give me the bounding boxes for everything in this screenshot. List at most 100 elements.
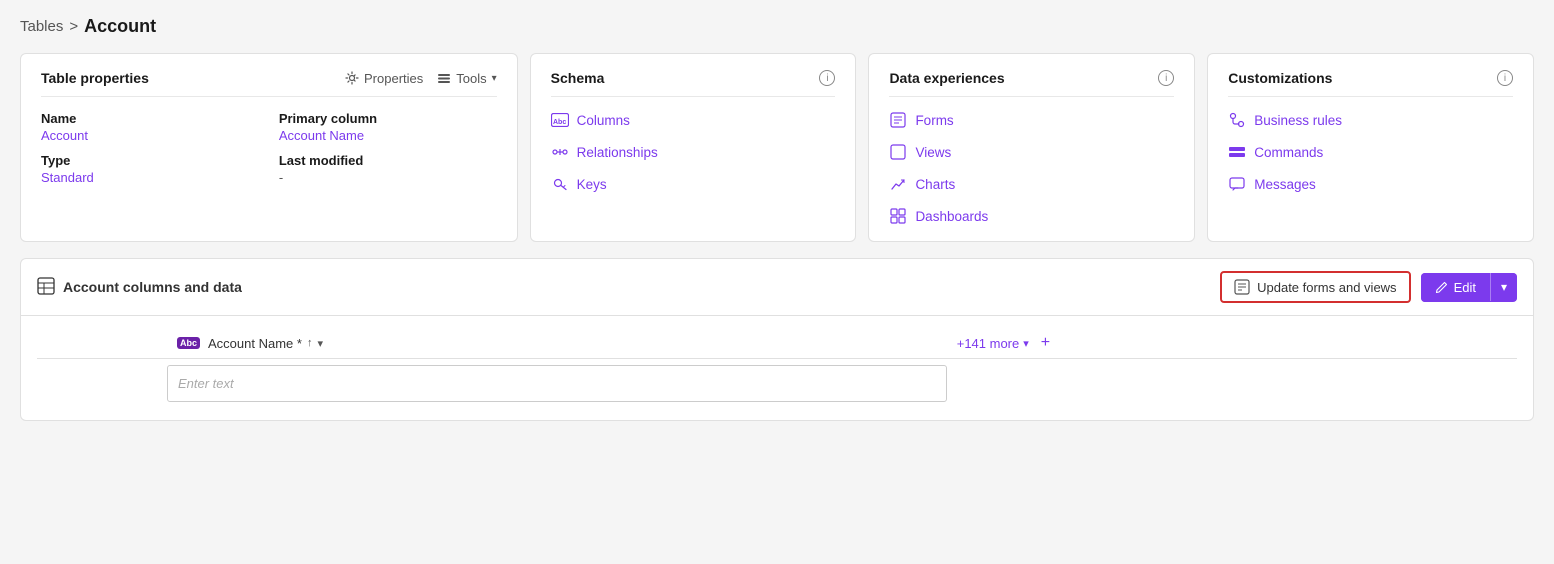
edit-button-group: Edit ▾ [1421,273,1517,302]
type-prop: Type Standard [41,153,259,185]
views-icon [889,143,907,161]
pencil-icon [1435,281,1448,294]
custom-link-messages[interactable]: Messages [1228,175,1513,193]
type-label: Type [41,153,259,168]
tools-icon [437,71,451,85]
dashboards-label: Dashboards [915,209,988,224]
account-data-table-area: Abc Account Name * ↑ ▾ +141 more ▾ + [21,316,1533,420]
type-value[interactable]: Standard [41,170,259,185]
data-exp-link-charts[interactable]: Charts [889,175,1174,193]
name-prop: Name Account [41,111,259,143]
data-experiences-links: Forms Views [889,111,1174,225]
sort-asc-icon[interactable]: ↑ [307,337,313,349]
dashboards-icon [889,207,907,225]
more-columns-header[interactable]: +141 more ▾ + [947,328,1517,359]
primary-column-prop: Primary column Account Name [279,111,497,143]
primary-column-label: Primary column [279,111,497,126]
schema-info-icon: i [819,70,835,86]
table-properties-actions: Properties Tools ▾ [345,71,497,86]
update-forms-button[interactable]: Update forms and views [1220,271,1410,303]
last-modified-value: - [279,170,497,185]
account-name-column-label: Account Name * [208,336,302,351]
views-label: Views [915,145,951,160]
schema-links: Abc Columns Relations [551,111,836,193]
customizations-card: Customizations i Business rules [1207,53,1534,242]
enter-text-input: Enter text [167,365,947,402]
data-exp-link-views[interactable]: Views [889,143,1174,161]
row-number-cell [37,359,167,409]
commands-icon [1228,143,1246,161]
abc-badge: Abc [177,337,200,349]
schema-card-header: Schema i [551,70,836,97]
schema-link-columns[interactable]: Abc Columns [551,111,836,129]
last-modified-label: Last modified [279,153,497,168]
data-experiences-title: Data experiences [889,70,1004,86]
messages-label: Messages [1254,177,1316,192]
more-columns-label: +141 more [957,336,1020,351]
empty-more-cell [947,359,1517,409]
data-experiences-header: Data experiences i [889,70,1174,97]
schema-title: Schema [551,70,605,86]
relationships-label: Relationships [577,145,658,160]
customizations-header: Customizations i [1228,70,1513,97]
row-number-header [37,328,167,359]
account-name-header-content: Abc Account Name * ↑ ▾ [177,336,937,351]
column-chevron-icon[interactable]: ▾ [317,337,323,350]
account-data-title-group: Account columns and data [37,277,242,298]
custom-link-commands[interactable]: Commands [1228,143,1513,161]
account-data-section: Account columns and data Update forms an… [20,258,1534,421]
edit-button[interactable]: Edit [1421,273,1490,302]
keys-label: Keys [577,177,607,192]
account-data-title: Account columns and data [63,279,242,295]
commands-label: Commands [1254,145,1323,160]
account-name-header[interactable]: Abc Account Name * ↑ ▾ [167,328,947,359]
schema-link-keys[interactable]: Keys [551,175,836,193]
keys-icon [551,175,569,193]
table-row: Enter text [37,359,1517,409]
schema-link-relationships[interactable]: Relationships [551,143,836,161]
account-data-table: Abc Account Name * ↑ ▾ +141 more ▾ + [37,328,1517,408]
enter-text-cell[interactable]: Enter text [167,359,947,409]
forms-icon [889,111,907,129]
breadcrumb-tables[interactable]: Tables [20,18,63,35]
data-experiences-info-icon: i [1158,70,1174,86]
data-exp-link-forms[interactable]: Forms [889,111,1174,129]
relationships-icon [551,143,569,161]
account-data-actions: Update forms and views Edit ▾ [1220,271,1517,303]
properties-button[interactable]: Properties [345,71,423,86]
customizations-info-icon: i [1497,70,1513,86]
update-forms-label: Update forms and views [1257,280,1396,295]
tools-label: Tools [456,71,486,86]
table-props-grid: Name Account Primary column Account Name… [41,111,497,185]
more-columns-content: +141 more ▾ + [957,334,1507,352]
table-properties-card: Table properties Properties [20,53,518,242]
custom-link-business-rules[interactable]: Business rules [1228,111,1513,129]
business-rules-label: Business rules [1254,113,1342,128]
breadcrumb-current: Account [84,16,156,37]
columns-icon: Abc [551,111,569,129]
columns-label: Columns [577,113,630,128]
cards-row: Table properties Properties [20,53,1534,242]
business-rules-icon [1228,111,1246,129]
name-value[interactable]: Account [41,128,259,143]
primary-column-value[interactable]: Account Name [279,128,497,143]
tools-chevron-icon: ▾ [492,73,497,84]
breadcrumb: Tables > Account [20,16,1534,37]
more-columns-chevron-icon: ▾ [1023,337,1029,350]
tools-button[interactable]: Tools ▾ [437,71,496,86]
card-header-table-props: Table properties Properties [41,70,497,97]
svg-text:Abc: Abc [553,119,566,126]
messages-icon [1228,175,1246,193]
forms-label: Forms [915,113,953,128]
gear-icon [345,71,359,85]
data-exp-link-dashboards[interactable]: Dashboards [889,207,1174,225]
breadcrumb-separator: > [69,18,78,35]
table-properties-title: Table properties [41,70,149,86]
update-forms-icon [1234,279,1250,295]
table-grid-icon [37,277,55,298]
add-column-button[interactable]: + [1033,334,1058,352]
data-experiences-card: Data experiences i Forms [868,53,1195,242]
properties-label: Properties [364,71,423,86]
last-modified-prop: Last modified - [279,153,497,185]
edit-dropdown-button[interactable]: ▾ [1491,273,1517,301]
